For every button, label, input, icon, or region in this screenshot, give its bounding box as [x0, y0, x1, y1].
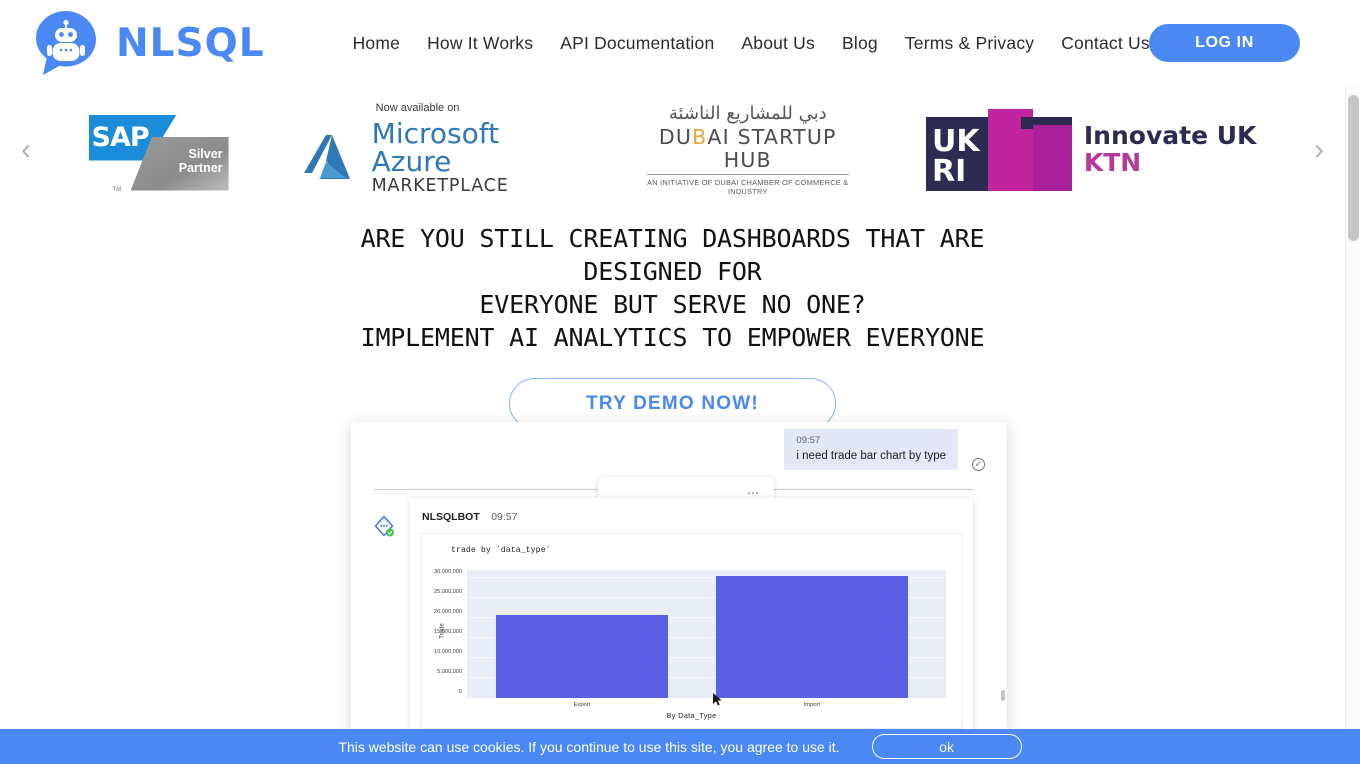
azure-triangle-icon: [302, 133, 368, 185]
innovate-uk-title: Innovate UK: [1083, 121, 1257, 151]
robot-chat-bubble-icon: [30, 7, 102, 79]
chart-x-tick: Import: [803, 702, 821, 708]
code-diamond-icon: [373, 515, 395, 537]
headline-line-1: ARE YOU STILL CREATING DASHBOARDS THAT A…: [360, 224, 985, 286]
brand-logo[interactable]: NLSQL: [30, 7, 265, 79]
dubai-title-right: AI STARTUP HUB: [707, 124, 837, 172]
headline-line-3: IMPLEMENT AI ANALYTICS TO EMPOWER EVERYO…: [360, 323, 985, 352]
site-header: NLSQL Home How It Works API Documentatio…: [0, 0, 1345, 86]
chart-bar-import: [716, 576, 908, 698]
mouse-pointer-icon: [713, 693, 722, 711]
nav-item-contact-us[interactable]: Contact Us: [1061, 33, 1150, 54]
chat-transcript: 09:57 i need trade bar chart by type ✓ ⋯: [351, 422, 1007, 732]
vertical-scrollbar[interactable]: [1345, 86, 1360, 764]
chart-bar-export: [495, 614, 669, 698]
cookie-accept-button[interactable]: ok: [871, 734, 1022, 759]
partner-logo-carousel: ‹ SAP Silver Partner TM Now available on: [0, 92, 1345, 207]
chart-y-tick: 15,000,000: [434, 629, 462, 635]
nav-item-terms-privacy[interactable]: Terms & Privacy: [905, 33, 1034, 54]
page-title: ARE YOU STILL CREATING DASHBOARDS THAT A…: [323, 222, 1023, 354]
ukri-logo-icon: UK RI: [925, 108, 1072, 191]
partner-logo-innovate-uk-ktn: UK RI Innovate UK KTN: [925, 100, 1257, 200]
bot-timestamp: 09:57: [491, 511, 518, 523]
chart-title: trade by `data_type`: [451, 546, 551, 555]
azure-subtitle: MARKETPLACE: [371, 176, 509, 196]
nav-item-how-it-works[interactable]: How It Works: [427, 33, 533, 54]
partner-logo-azure-marketplace: Now available on Microsoft Azure MARKETP…: [302, 100, 570, 200]
carousel-track: SAP Silver Partner TM Now available on M…: [52, 92, 1293, 207]
bot-response-card: NLSQLBOT 09:57 trade by `data_type` Trad…: [410, 498, 973, 732]
login-button[interactable]: LOG IN: [1149, 24, 1300, 62]
bot-name: NLSQLBOT: [422, 511, 480, 523]
scrollbar-thumb[interactable]: [1001, 690, 1005, 701]
brand-name: NLSQL: [116, 20, 265, 66]
dubai-title: DUBAI STARTUP HUB: [643, 126, 853, 171]
chart-y-tick: 10,000,000: [434, 649, 462, 655]
chevron-right-icon[interactable]: ›: [1293, 134, 1345, 165]
headline-line-2: EVERYONE BUT SERVE NO ONE?: [479, 290, 866, 319]
scrollbar-spacer: [1345, 0, 1360, 86]
azure-title: Microsoft Azure: [371, 117, 500, 178]
divider: [646, 174, 849, 176]
trademark-mark: TM: [112, 186, 122, 193]
azure-eyebrow: Now available on: [375, 102, 460, 114]
chart-y-tick: 5,000,000: [437, 669, 462, 675]
nav-item-api-documentation[interactable]: API Documentation: [560, 33, 714, 54]
user-message-bubble: 09:57 i need trade bar chart by type: [784, 429, 958, 470]
chart-plot-area: 30,000,000 25,000,000 20,000,000 15,000,…: [434, 569, 946, 708]
dubai-title-mid: B: [692, 124, 708, 149]
chart-y-tick: 30,000,000: [434, 569, 462, 575]
chart-y-tick: 0: [458, 689, 462, 695]
ellipsis-icon[interactable]: ⋯: [747, 487, 760, 499]
cookie-consent-bar: This website can use cookies. If you con…: [0, 729, 1360, 764]
partner-logo-sap: SAP Silver Partner TM: [88, 100, 229, 200]
nav-item-about-us[interactable]: About Us: [741, 33, 815, 54]
dubai-arabic-title: دبي للمشاريع الناشئة: [668, 102, 827, 124]
message-timestamp: 09:57: [796, 435, 821, 446]
chevron-left-icon[interactable]: ‹: [0, 134, 52, 165]
message-text: i need trade bar chart by type: [796, 450, 946, 462]
partner-logo-dubai-startup-hub: دبي للمشاريع الناشئة DUBAI STARTUP HUB A…: [643, 100, 853, 200]
bot-header: NLSQLBOT 09:57: [410, 498, 973, 525]
svg-text:RI: RI: [932, 154, 966, 189]
chart-x-axis-label: By Data_Type: [666, 711, 717, 720]
hero-section: ARE YOU STILL CREATING DASHBOARDS THAT A…: [0, 222, 1345, 429]
main-nav: Home How It Works API Documentation Abou…: [353, 33, 1150, 54]
dubai-title-left: DU: [658, 124, 693, 149]
ktn-subtitle: KTN: [1083, 147, 1142, 177]
cookie-consent-text: This website can use cookies. If you con…: [338, 738, 840, 755]
nav-item-home[interactable]: Home: [353, 33, 400, 54]
chart-x-tick: Export: [573, 702, 591, 708]
nav-item-blog[interactable]: Blog: [842, 33, 878, 54]
chart-container: trade by `data_type` Trade 30,000,000 25…: [420, 533, 963, 729]
chart-y-tick: 25,000,000: [434, 589, 462, 595]
scrollbar-thumb[interactable]: [1348, 95, 1359, 241]
check-circle-icon: ✓: [972, 458, 985, 471]
dubai-subtitle: AN INITIATIVE OF DUBAI CHAMBER OF COMMER…: [647, 178, 849, 197]
chat-demo-screenshot: 09:57 i need trade bar chart by type ✓ ⋯: [351, 422, 1007, 732]
sap-banner-line2: Partner: [178, 160, 223, 175]
chart-y-tick: 20,000,000: [434, 609, 462, 615]
